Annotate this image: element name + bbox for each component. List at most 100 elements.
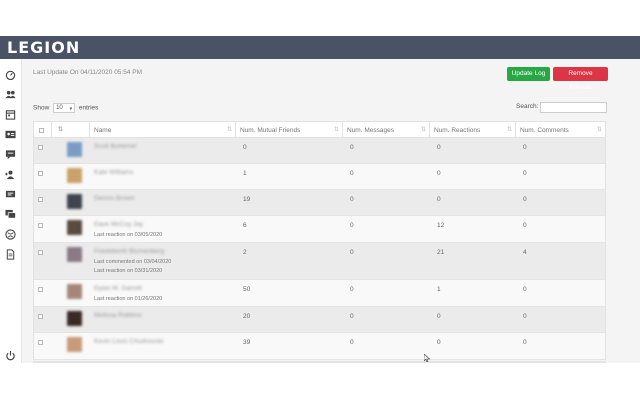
search-input[interactable] [540, 102, 607, 113]
sort-icon: ⇅ [596, 127, 602, 133]
cell-messages: 0 [350, 222, 354, 229]
row-checkbox[interactable] [38, 250, 43, 255]
header-avatar[interactable]: ⇅ [51, 122, 89, 139]
entries-label: entries [78, 104, 99, 112]
cell-comments: 0 [523, 286, 527, 293]
avatar[interactable] [67, 220, 82, 235]
search-label: Search: [516, 103, 539, 110]
sidebar [0, 59, 22, 363]
header-select-all[interactable] [34, 122, 51, 139]
header-reactions[interactable]: Num. Reactions ⇅ [429, 122, 515, 139]
table-row[interactable]: Friedeberth Blumenberg Last commented on … [33, 243, 606, 280]
table-row[interactable]: Dave McCoy Jay Last reaction on 03/05/202… [33, 216, 606, 243]
logo-text: LEGION [7, 38, 81, 57]
cell-reactions: 0 [437, 339, 441, 346]
avatar[interactable] [67, 142, 82, 157]
header-name[interactable]: Name ⇅ [89, 122, 235, 139]
document-icon[interactable] [5, 249, 16, 260]
avatar[interactable] [67, 168, 82, 183]
friend-name-link[interactable]: Dylan M. Garrett [94, 285, 142, 292]
table-row[interactable]: Scott Bohemel 0 0 0 0 [33, 138, 606, 164]
user-plus-icon[interactable] [5, 169, 16, 180]
users-icon[interactable] [5, 89, 16, 100]
avatar[interactable] [67, 194, 82, 209]
comment-icon[interactable] [5, 149, 16, 160]
table-header: ⇅ Name ⇅ Num. Mutual Friends ⇅ Num. Messag… [33, 121, 606, 139]
power-icon[interactable] [5, 350, 16, 361]
row-checkbox[interactable] [38, 197, 43, 202]
row-checkbox[interactable] [38, 314, 43, 319]
cell-comments: 0 [523, 222, 527, 229]
table-row[interactable]: Dennis Brown 19 0 0 0 [33, 190, 606, 216]
last-activity-text: Last reaction on 03/31/2020 [94, 268, 163, 274]
last-update-text: Last Update On 04/11/2020 05:54 PM [33, 69, 143, 76]
friend-name-link[interactable]: Dave McCoy Jay [94, 221, 143, 228]
sort-icon: ⇅ [333, 127, 339, 133]
last-activity-text: Last reaction on 03/05/2020 [94, 232, 163, 238]
friend-name-link[interactable]: Scott Bohemel [94, 143, 136, 150]
friend-name-link[interactable]: Kevin Louis Chudnovski [94, 338, 163, 345]
cell-reactions: 21 [437, 249, 445, 256]
cell-reactions: 0 [437, 313, 441, 320]
row-checkbox[interactable] [38, 223, 43, 228]
table-body: Scott Bohemel 0 0 0 0 Kate Williams 1 0 0 0 Dennis… [33, 138, 606, 360]
select-all-checkbox[interactable] [39, 128, 44, 133]
logo[interactable]: LEGION [7, 37, 80, 58]
avatar[interactable] [67, 284, 82, 299]
cell-mutual: 0 [243, 144, 247, 151]
app-viewport: LEGION Last Update On 04/11/2020 05:54 P… [0, 36, 640, 363]
cell-mutual: 19 [243, 196, 251, 203]
calendar-icon[interactable] [5, 109, 16, 120]
row-checkbox[interactable] [38, 340, 43, 345]
show-label: Show [33, 104, 50, 112]
globe-icon[interactable] [5, 229, 16, 240]
table-row[interactable]: Dylan M. Garrett Last reaction on 01/26/2… [33, 280, 606, 307]
cell-messages: 0 [350, 170, 354, 177]
cell-mutual: 1 [243, 170, 247, 177]
cell-mutual: 2 [243, 249, 247, 256]
main-content: Last Update On 04/11/2020 05:54 PM Updat… [22, 59, 640, 363]
header-messages[interactable]: Num. Messages ⇅ [342, 122, 429, 139]
entries-select[interactable]: 10 ▾ [53, 103, 76, 113]
message-icon[interactable] [5, 189, 16, 200]
last-activity-text: Last reaction on 01/26/2020 [94, 296, 163, 302]
sort-icon: ⇅ [506, 127, 512, 133]
chevron-down-icon: ▾ [69, 106, 73, 112]
cell-mutual: 6 [243, 222, 247, 229]
avatar[interactable] [67, 311, 82, 326]
friend-name-link[interactable]: Kate Williams [94, 169, 133, 176]
cell-mutual: 20 [243, 313, 251, 320]
avatar[interactable] [67, 337, 82, 352]
header-comments[interactable]: Num. Comments ⇅ [515, 122, 605, 139]
table-row[interactable]: Kevin Louis Chudnovski 39 0 0 0 [33, 333, 606, 360]
cell-comments: 0 [523, 196, 527, 203]
id-card-icon[interactable] [5, 129, 16, 140]
entries-value: 10 [56, 105, 63, 111]
update-log-button[interactable]: Update Log [507, 67, 550, 81]
friend-name-link[interactable]: Dennis Brown [94, 195, 134, 202]
cell-reactions: 0 [437, 170, 441, 177]
cell-comments: 4 [523, 249, 527, 256]
sort-icon: ⇅ [420, 127, 426, 133]
cell-mutual: 50 [243, 286, 251, 293]
remove-friends-button[interactable]: Remove Friends [553, 67, 608, 91]
top-bar: LEGION [0, 36, 640, 59]
avatar[interactable] [67, 247, 82, 262]
row-checkbox[interactable] [38, 171, 43, 176]
header-mutual-friends[interactable]: Num. Mutual Friends ⇅ [235, 122, 342, 139]
cell-comments: 0 [523, 313, 527, 320]
cell-reactions: 0 [437, 196, 441, 203]
friend-name-link[interactable]: Melissa Robbins [94, 312, 142, 319]
row-checkbox[interactable] [38, 287, 43, 292]
row-checkbox[interactable] [38, 145, 43, 150]
friend-name-link[interactable]: Friedeberth Blumenberg [94, 248, 164, 255]
cell-messages: 0 [350, 313, 354, 320]
table-row[interactable]: Melissa Robbins 20 0 0 0 [33, 307, 606, 333]
comments-icon[interactable] [5, 209, 16, 220]
cell-comments: 0 [523, 170, 527, 177]
cell-mutual: 39 [243, 339, 251, 346]
table-row[interactable]: Kate Williams 1 0 0 0 [33, 164, 606, 190]
cell-messages: 0 [350, 249, 354, 256]
last-activity-text: Last commented on 03/04/2020 [94, 259, 172, 265]
dashboard-icon[interactable] [5, 69, 16, 80]
